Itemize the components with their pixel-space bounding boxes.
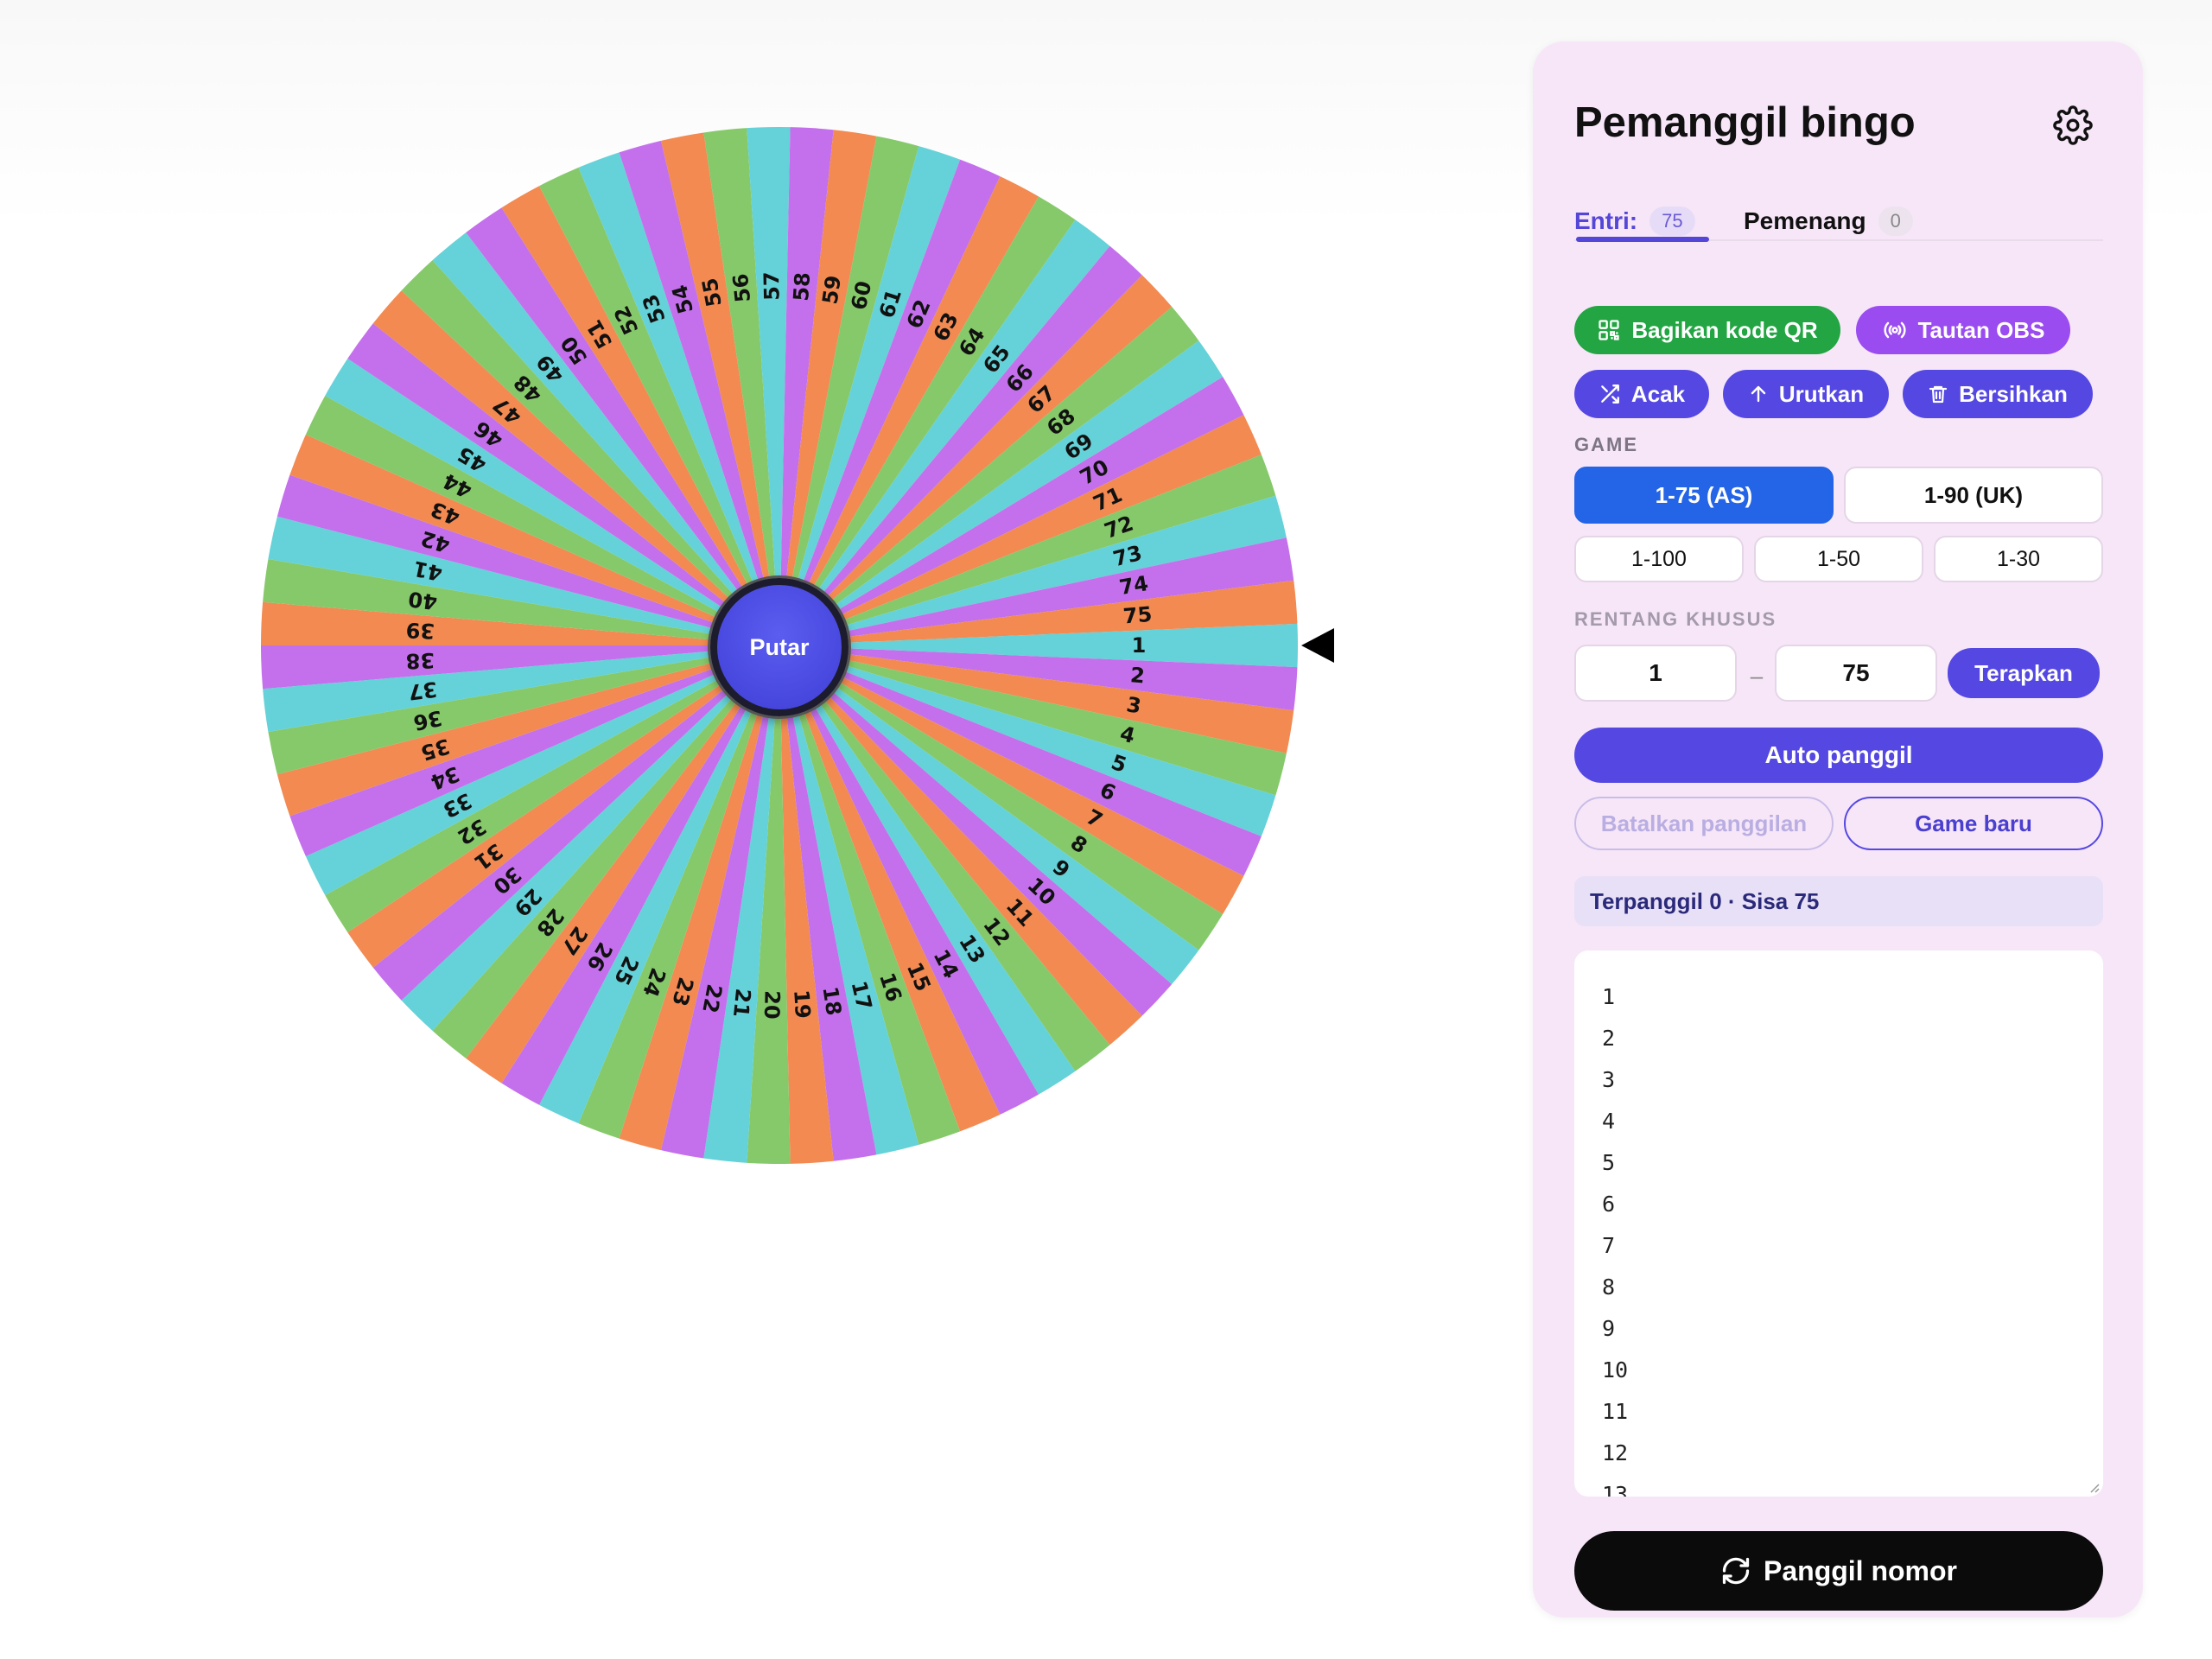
wheel-number-label: 19 (789, 989, 815, 1020)
range-separator: – (1750, 663, 1764, 689)
game-option-1-75[interactable]: 1-75 (AS) (1574, 467, 1834, 524)
new-game-button[interactable]: Game baru (1844, 797, 2103, 850)
settings-button[interactable] (2046, 99, 2100, 152)
entry-line: 3 (1602, 1067, 1616, 1092)
shuffle-button[interactable]: Acak (1574, 370, 1709, 418)
arrow-up-icon (1751, 385, 1766, 403)
range-min-input[interactable] (1574, 645, 1737, 702)
game-option-1-30[interactable]: 1-30 (1934, 536, 2103, 582)
tab-entries-count: 75 (1649, 207, 1695, 236)
wheel-number-label: 74 (1117, 571, 1150, 600)
entry-line: 4 (1602, 1109, 1616, 1134)
range-max-input[interactable] (1775, 645, 1937, 702)
bingo-wheel[interactable]: 1 2 3 4 5 6 7 8 9 10 11 12 13 14 15 16 17 18 19 20 21 22 23 24 2… (242, 104, 1348, 1192)
sort-label: Urutkan (1778, 380, 1865, 407)
active-tab-indicator (1576, 237, 1709, 242)
bingo-caller-panel: Pemanggil bingo Entri: 75 Pemenang 0 Bag… (1533, 41, 2143, 1618)
entry-line: 13 (1602, 1482, 1629, 1497)
entry-line: 9 (1602, 1316, 1616, 1341)
call-number-label: Panggil nomor (1764, 1554, 1957, 1586)
broadcast-icon (1884, 321, 1906, 339)
sort-button[interactable]: Urutkan (1723, 370, 1889, 418)
refresh-icon (1722, 1557, 1750, 1585)
game-option-1-100[interactable]: 1-100 (1574, 536, 1744, 582)
wheel-number-label: 56 (728, 272, 755, 303)
entry-line: 1 (1602, 984, 1616, 1009)
wheel-number-label: 18 (817, 985, 846, 1017)
wheel-number-label: 37 (407, 677, 439, 704)
wheel-number-label: 2 (1129, 663, 1146, 688)
resize-grip-icon[interactable] (2088, 1481, 2100, 1493)
wheel-number-label: 58 (789, 271, 815, 302)
wheel-number-label: 1 (1132, 633, 1147, 658)
entry-line: 12 (1602, 1440, 1629, 1465)
auto-call-button[interactable]: Auto panggil (1574, 728, 2103, 783)
wheel-number-label: 57 (760, 271, 785, 301)
share-qr-button[interactable]: Bagikan kode QR (1574, 306, 1840, 354)
share-qr-label: Bagikan kode QR (1631, 316, 1818, 343)
shuffle-label: Acak (1630, 380, 1686, 407)
game-option-1-90[interactable]: 1-90 (UK) (1844, 467, 2103, 524)
tab-entries-label: Entri: (1574, 207, 1638, 234)
entry-line: 5 (1602, 1150, 1616, 1175)
wheel-number-label: 21 (728, 988, 755, 1019)
spin-button[interactable]: Putar (710, 578, 849, 716)
entry-line: 8 (1602, 1274, 1616, 1300)
tab-winners-label: Pemenang (1744, 207, 1866, 234)
wheel-number-label: 59 (817, 274, 846, 306)
wheel-number-label: 40 (407, 587, 439, 614)
entries-textarea[interactable]: 1 2 3 4 5 6 7 8 9 10 11 12 13 (1574, 950, 2103, 1497)
gear-icon (2053, 105, 2093, 145)
qr-code-icon (1599, 320, 1620, 340)
tab-winners-count: 0 (1878, 207, 1913, 236)
wheel-number-label: 39 (405, 618, 435, 643)
tab-winners[interactable]: Pemenang 0 (1744, 194, 1913, 249)
pointer-triangle-icon (1301, 628, 1334, 663)
game-section-label: GAME (1574, 434, 1638, 455)
entry-line: 11 (1602, 1399, 1629, 1424)
entry-line: 7 (1602, 1233, 1616, 1258)
cancel-call-button[interactable]: Batalkan panggilan (1574, 797, 1834, 850)
wheel-number-label: 20 (760, 990, 785, 1020)
obs-link-label: Tautan OBS (1917, 316, 2045, 343)
entry-line: 2 (1602, 1026, 1616, 1051)
custom-range-label: RENTANG KHUSUS (1574, 608, 1777, 630)
entry-line: 10 (1602, 1357, 1629, 1382)
obs-link-button[interactable]: Tautan OBS (1856, 306, 2070, 354)
trash-icon (1929, 385, 1948, 404)
apply-range-button[interactable]: Terapkan (1948, 648, 2100, 698)
wheel-number-label: 38 (405, 648, 435, 673)
call-status: Terpanggil 0 · Sisa 75 (1574, 876, 2103, 926)
clear-button[interactable]: Bersihkan (1903, 370, 2093, 418)
panel-title: Pemanggil bingo (1574, 99, 1916, 146)
wheel-number-label: 75 (1122, 602, 1154, 629)
game-option-1-50[interactable]: 1-50 (1754, 536, 1923, 582)
call-number-button[interactable]: Panggil nomor (1574, 1531, 2103, 1611)
shuffle-icon (1601, 385, 1619, 404)
entry-line: 6 (1602, 1192, 1616, 1217)
clear-label: Bersihkan (1959, 380, 2068, 407)
